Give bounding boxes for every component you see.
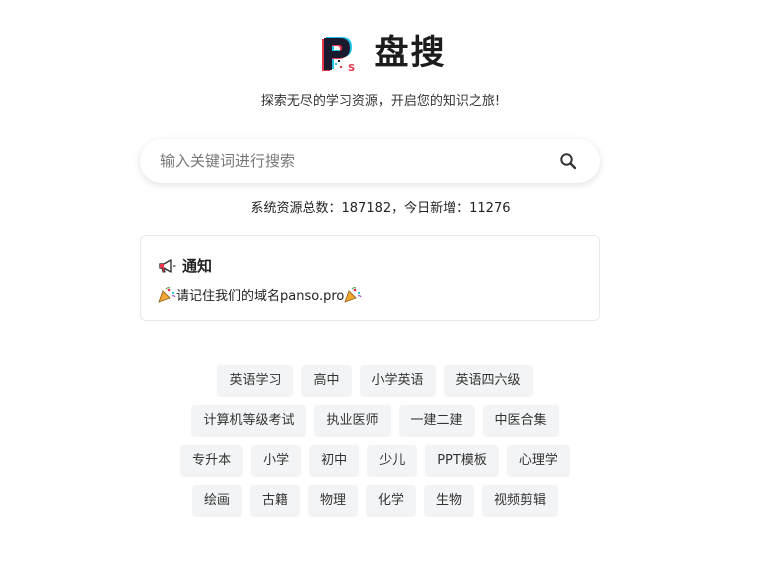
tag-row: 计算机等级考试 执业医师 一建二建 中医合集 [140,405,610,437]
tag-row: 专升本 小学 初中 少儿 PPT模板 心理学 [140,445,610,477]
notice-header: 通知 [158,255,212,276]
tag-item[interactable]: 专升本 [180,445,244,477]
panso-logo[interactable]: S [315,30,361,76]
tag-item[interactable]: 英语四六级 [443,365,533,397]
party-popper-icon [344,286,362,303]
search-icon [560,153,577,170]
megaphone-icon [159,258,176,273]
tag-item[interactable]: 小学英语 [359,365,436,397]
search-input[interactable] [140,139,546,183]
tag-row: 英语学习 高中 小学英语 英语四六级 [140,365,610,397]
brand-name: 盘搜 [374,33,447,73]
tag-item[interactable]: 生物 [424,485,475,517]
tag-item[interactable]: 计算机等级考试 [191,405,307,437]
tag-item[interactable]: 执业医师 [314,405,391,437]
tagline: 探索无尽的学习资源，开启您的知识之旅! [260,94,501,109]
tag-item[interactable]: 化学 [366,485,417,517]
tag-item[interactable]: 心理学 [506,445,570,477]
notice-card: 通知 请记住我们的域名panso.pro [140,235,600,321]
search-bar [140,139,600,183]
tag-item[interactable]: 初中 [309,445,360,477]
tag-item[interactable]: 小学 [251,445,302,477]
tag-item[interactable]: 高中 [301,365,352,397]
notice-message-row: 请记住我们的域名panso.pro [158,285,362,304]
resource-stats: 系统资源总数：187182，今日新增：11276 [250,201,511,216]
hot-tags: 英语学习 高中 小学英语 英语四六级 计算机等级考试 执业医师 一建二建 中医合… [140,365,610,525]
brand-header: S 盘搜 [0,30,761,76]
tag-item[interactable]: 中医合集 [482,405,559,437]
notice-title: 通知 [182,257,213,275]
tag-item[interactable]: 物理 [307,485,358,517]
tag-item[interactable]: 视频剪辑 [482,485,559,517]
tag-row: 绘画 古籍 物理 化学 生物 视频剪辑 [140,485,610,517]
svg-text:S: S [348,63,355,74]
search-button[interactable] [546,139,590,183]
tag-item[interactable]: PPT模板 [425,445,499,477]
page: S 盘搜 探索无尽的学习资源，开启您的知识之旅! 系统资源总数：187182，今… [0,0,761,565]
notice-message: 请记住我们的域名panso.pro [176,289,345,304]
tag-item[interactable]: 绘画 [191,485,242,517]
tag-item[interactable]: 少儿 [367,445,418,477]
tag-item[interactable]: 一建二建 [398,405,475,437]
tag-item[interactable]: 古籍 [249,485,300,517]
tag-item[interactable]: 英语学习 [217,365,294,397]
party-popper-icon [158,286,176,303]
